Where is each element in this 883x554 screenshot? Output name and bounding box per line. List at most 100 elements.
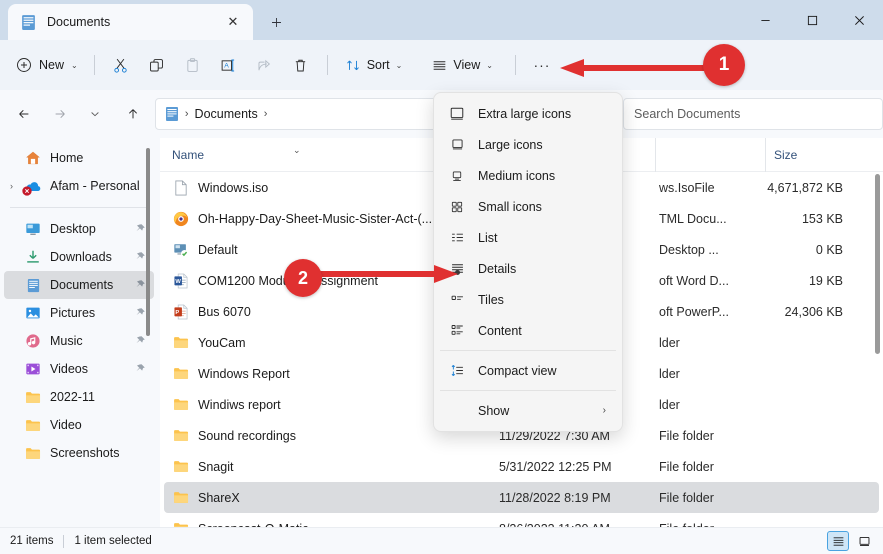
table-row[interactable]: Screencast-O-Matic 8/26/2022 11:20 AM Fi… [164,513,879,527]
table-row[interactable]: Snagit 5/31/2022 12:25 PM File folder [164,451,879,482]
maximize-button[interactable] [789,0,836,40]
file-name: Default [198,243,238,257]
file-type-cell: oft Word D... [655,274,765,288]
firefox-icon [172,210,189,227]
item-count: 21 items [10,535,53,547]
title-bar: Documents ✕ [0,0,883,40]
table-row[interactable]: ShareX 11/28/2022 8:19 PM File folder [164,482,879,513]
file-explorer-window: Documents ✕ [0,0,883,554]
breadcrumb-separator-2[interactable]: › [263,108,269,120]
sidebar-item-videos[interactable]: Videos [4,355,154,383]
recent-locations-button[interactable] [79,98,111,130]
cut-icon [112,57,129,74]
pin-icon [134,335,146,347]
menu-item-label: Compact view [478,364,557,378]
file-name: Windiws report [198,398,281,412]
documents-icon [24,276,42,294]
file-size-cell: 19 KB [765,274,865,288]
desktop-config-icon [172,241,189,258]
sidebar-item-afam-personal[interactable]: › Afam - Personal [4,172,154,200]
menu-item-list[interactable]: List [438,222,618,253]
menu-item-extra-large-icons[interactable]: Extra large icons [438,98,618,129]
sidebar-item-screenshots[interactable]: Screenshots [4,439,154,467]
sidebar-item-label: Screenshots [50,446,119,460]
word-icon: W [172,272,189,289]
up-button[interactable] [117,98,149,130]
column-header-size[interactable]: Size [765,138,865,172]
navigation-pane[interactable]: Home › Afam - Personal [0,138,160,527]
details-selected-indicator [455,270,460,275]
breadcrumb-segment-documents[interactable]: Documents [190,105,263,123]
minimize-button[interactable] [742,0,789,40]
large-icons-view-toggle[interactable] [853,531,875,551]
menu-item-small-icons[interactable]: Small icons [438,191,618,222]
status-divider [63,535,64,548]
file-type-cell: TML Docu... [655,212,765,226]
breadcrumb-separator: › [184,108,190,120]
view-button[interactable]: View ⌄ [424,49,501,81]
file-type-cell: oft PowerP... [655,305,765,319]
sidebar-item-music[interactable]: Music [4,327,154,355]
new-tab-button[interactable] [262,9,290,35]
annotation-badge-2: 2 [284,259,322,297]
file-name: Bus 6070 [198,305,251,319]
back-button[interactable] [8,98,40,130]
tab-documents[interactable]: Documents ✕ [8,4,253,40]
cut-button[interactable] [103,49,139,81]
more-options-button[interactable]: ··· [524,49,560,81]
file-name-cell: Screencast-O-Matic [164,520,495,527]
sidebar-item-desktop[interactable]: Desktop [4,215,154,243]
svg-text:A: A [224,62,229,69]
large-icons-view-icon [858,535,871,548]
file-type-cell: ws.IsoFile [655,181,765,195]
menu-item-label: Tiles [478,293,504,307]
menu-item-tiles[interactable]: Tiles [438,284,618,315]
medium-icons-icon [446,167,468,185]
search-input[interactable]: Search Documents [634,107,740,121]
sidebar-item-downloads[interactable]: Downloads [4,243,154,271]
menu-item-compact-view[interactable]: Compact view [438,355,618,386]
desktop-icon [24,220,42,238]
close-window-button[interactable] [836,0,883,40]
column-header-type[interactable]: Type [655,138,765,172]
sidebar-item-video[interactable]: Video [4,411,154,439]
sidebar-item-2022-11[interactable]: 2022-11 [4,383,154,411]
sidebar-item-documents[interactable]: Documents [4,271,154,299]
sidebar-item-label: Desktop [50,222,96,236]
menu-item-medium-icons[interactable]: Medium icons [438,160,618,191]
svg-text:W: W [175,279,181,285]
close-tab-icon[interactable]: ✕ [221,10,245,34]
sidebar-item-home[interactable]: Home [4,144,154,172]
file-type-cell: lder [655,398,765,412]
folder-icon [24,416,42,434]
menu-item-details[interactable]: Details [438,253,618,284]
copy-button[interactable] [139,49,175,81]
toolbar-divider-3 [515,55,516,75]
sidebar-item-label: 2022-11 [50,390,95,404]
folder-icon [172,365,189,382]
up-arrow-icon [126,107,140,121]
details-view-toggle[interactable] [827,531,849,551]
file-type-cell: lder [655,336,765,350]
list-icon [446,229,468,247]
search-box[interactable]: Search Documents [623,98,883,130]
menu-item-large-icons[interactable]: Large icons [438,129,618,160]
file-name: Oh-Happy-Day-Sheet-Music-Sister-Act-(... [198,212,432,226]
delete-icon [292,57,309,74]
file-type-cell: lder [655,367,765,381]
sort-button[interactable]: Sort ⌄ [338,49,411,81]
maximize-icon [807,15,818,26]
file-list-scrollbar[interactable] [875,174,880,354]
delete-button[interactable] [283,49,319,81]
minimize-icon [760,15,771,26]
status-bar: 21 items 1 item selected [0,527,883,554]
file-name-cell: ShareX [164,489,495,506]
sidebar-item-pictures[interactable]: Pictures [4,299,154,327]
rename-button[interactable]: A [211,49,247,81]
menu-item-show[interactable]: Show › [438,395,618,426]
tiles-icon [446,291,468,309]
new-button[interactable]: New ⌄ [10,49,86,81]
chevron-down-icon: ⌄ [486,61,493,70]
sidebar-scrollbar[interactable] [146,148,150,336]
menu-item-content[interactable]: Content [438,315,618,346]
